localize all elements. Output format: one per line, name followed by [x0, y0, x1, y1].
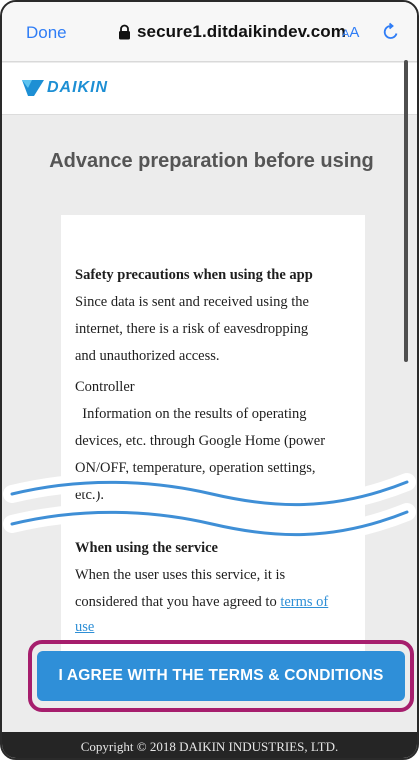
page-title: Advance preparation before using — [49, 150, 374, 172]
daikin-logo-mark-icon — [22, 80, 44, 96]
copyright-footer: Copyright © 2018 DAIKIN INDUSTRIES, LTD. — [2, 732, 417, 758]
phone-frame: Done secure1.ditdaikindev.com AA DAIKIN … — [0, 0, 419, 760]
url-text: secure1.ditdaikindev.com — [137, 22, 346, 41]
address-bar[interactable]: secure1.ditdaikindev.com — [118, 22, 346, 42]
lock-icon — [119, 24, 130, 40]
service-line-1: When the user uses this service, it is — [75, 567, 286, 583]
terms-of-use-link-continued[interactable]: use — [75, 619, 94, 635]
safety-line-2: internet, there is a risk of eavesdroppi… — [75, 321, 309, 337]
safety-line-3: and unauthorized access. — [75, 348, 220, 364]
text-size-button[interactable]: AA — [342, 24, 359, 41]
service-line-3: use — [75, 619, 94, 636]
browser-toolbar: Done secure1.ditdaikindev.com AA — [2, 2, 417, 62]
logo-text: DAIKIN — [47, 79, 109, 96]
reload-icon[interactable] — [381, 22, 401, 42]
daikin-logo: DAIKIN — [22, 79, 108, 97]
done-button[interactable]: Done — [26, 23, 67, 43]
terms-of-use-link[interactable]: terms of — [280, 594, 328, 610]
site-header: DAIKIN — [2, 63, 417, 115]
controller-label: Controller — [75, 379, 135, 395]
scrollbar[interactable] — [404, 60, 408, 362]
agree-terms-button[interactable]: I AGREE WITH THE TERMS & CONDITIONS — [37, 651, 405, 701]
content-break-wave — [3, 473, 416, 542]
safety-heading: Safety precautions when using the app — [75, 267, 313, 283]
service-heading: When using the service — [75, 540, 218, 556]
controller-line-2: devices, etc. through Google Home (power — [75, 433, 326, 449]
service-line-2: considered that you have agreed to terms… — [75, 594, 329, 610]
controller-line-1: Information on the results of operating — [75, 406, 307, 422]
safety-line-1: Since data is sent and received using th… — [75, 294, 309, 310]
